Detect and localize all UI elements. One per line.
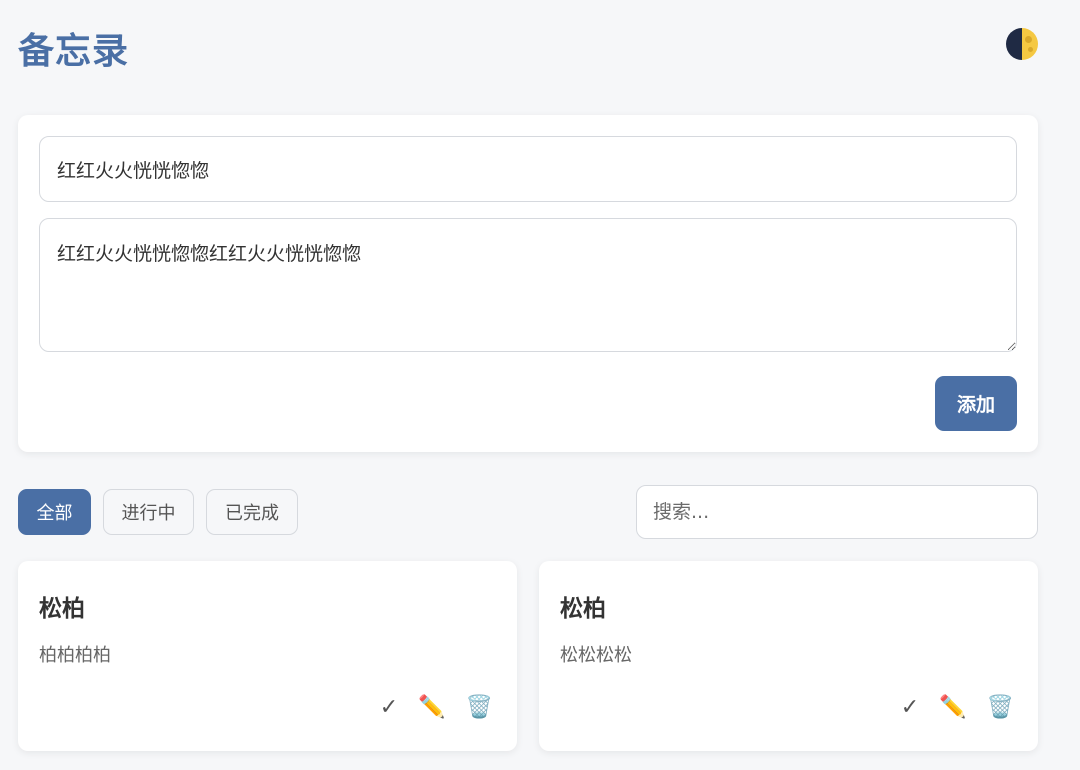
note-content: 柏柏柏柏 xyxy=(39,645,111,666)
delete-trash-icon[interactable]: 🗑️ xyxy=(987,694,1014,722)
search-input[interactable] xyxy=(636,485,1038,539)
note-title: 松柏 xyxy=(560,596,606,622)
note-title: 松柏 xyxy=(39,596,85,622)
note-form-card: 红红火火恍恍惚惚红红火火恍恍惚惚 添加 xyxy=(18,115,1038,452)
note-title-input[interactable] xyxy=(39,136,1017,202)
delete-trash-icon[interactable]: 🗑️ xyxy=(466,694,493,722)
note-content: 松松松松 xyxy=(560,645,632,666)
complete-check-icon[interactable]: ✓ xyxy=(901,694,919,722)
edit-pencil-icon[interactable]: ✏️ xyxy=(418,694,445,722)
add-button[interactable]: 添加 xyxy=(935,376,1017,431)
moon-crater xyxy=(1025,36,1032,43)
moon-crater xyxy=(1028,47,1033,52)
theme-toggle-moon-icon[interactable] xyxy=(1006,28,1038,60)
note-actions: ✓ ✏️ 🗑️ xyxy=(901,694,1014,722)
note-content-textarea[interactable]: 红红火火恍恍惚惚红红火火恍恍惚惚 xyxy=(39,218,1017,352)
filter-all-button[interactable]: 全部 xyxy=(18,489,91,535)
complete-check-icon[interactable]: ✓ xyxy=(380,694,398,722)
filter-done-button[interactable]: 已完成 xyxy=(206,489,298,535)
app-title: 备忘录 xyxy=(18,31,130,72)
filter-active-button[interactable]: 进行中 xyxy=(103,489,194,535)
note-actions: ✓ ✏️ 🗑️ xyxy=(380,694,493,722)
header: 备忘录 xyxy=(18,20,1042,72)
note-card: 松柏 松松松松 ✓ ✏️ 🗑️ xyxy=(539,561,1038,751)
app: 备忘录 红红火火恍恍惚惚红红火火恍恍惚惚 添加 全部 进行中 已完成 松柏 柏柏… xyxy=(0,0,1080,770)
edit-pencil-icon[interactable]: ✏️ xyxy=(939,694,966,722)
note-card: 松柏 柏柏柏柏 ✓ ✏️ 🗑️ xyxy=(18,561,517,751)
